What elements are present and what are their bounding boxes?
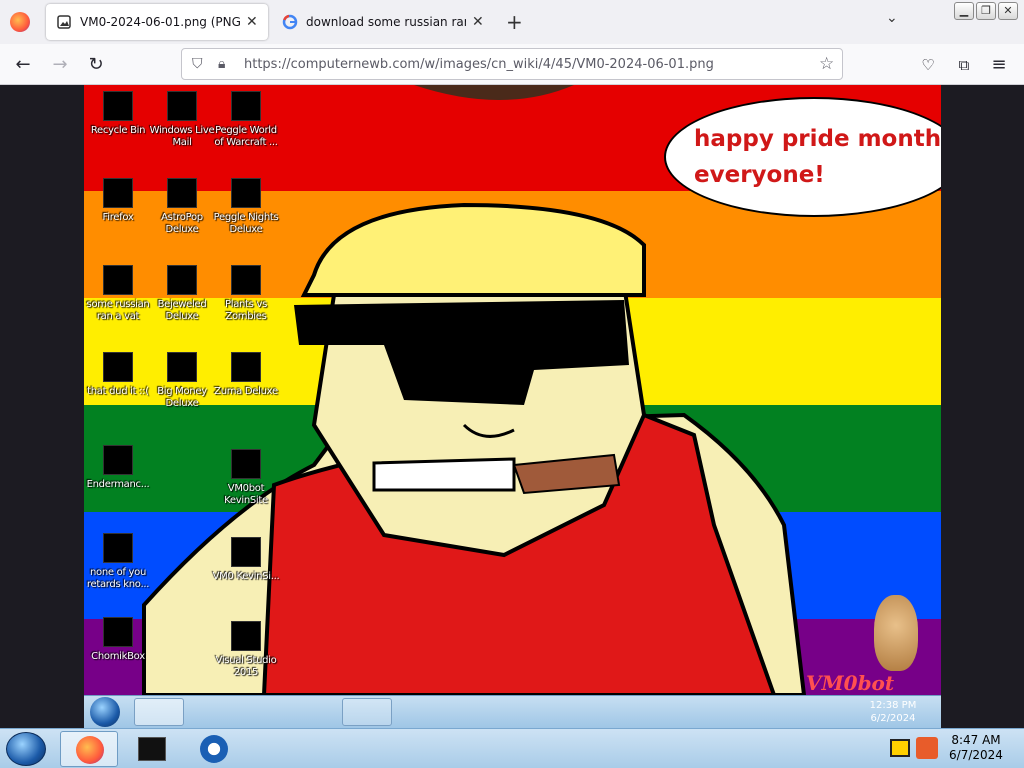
file-icon [103, 533, 133, 563]
forward-button[interactable]: → [47, 52, 73, 78]
screen: VM0-2024-06-01.png (PNG Ima ✕ download s… [0, 0, 1024, 768]
firefox-view-icon[interactable] [10, 12, 30, 32]
desktop-icon-firefox[interactable]: Firefox [84, 178, 152, 224]
desktop-icon-vm0bot-kevinsite[interactable]: VM0bot KevinSite [212, 449, 280, 507]
taskbar-firefox[interactable] [60, 731, 118, 767]
extensions-icon[interactable]: ⧉ [951, 52, 977, 78]
start-button[interactable] [6, 732, 46, 766]
desktop-icon-none-of-you[interactable]: none of you retards kno... [84, 533, 152, 591]
clock[interactable]: 8:47 AM 6/7/2024 [944, 733, 1008, 763]
terminal-icon [138, 737, 166, 761]
zuma-icon [231, 352, 261, 382]
inner-clock-date: 6/2/2024 [870, 713, 916, 724]
chomikbox-icon [103, 617, 133, 647]
hamster-image [874, 595, 918, 671]
desktop-icon-vm0-kevinsite[interactable]: VM0 KevinSi... [212, 537, 280, 583]
inner-clock-time: 12:38 PM [869, 700, 917, 711]
tab-bar: VM0-2024-06-01.png (PNG Ima ✕ download s… [0, 0, 1024, 44]
list-all-tabs-icon[interactable]: ⌄ [886, 10, 898, 26]
desktop-icon-windows-live-mail[interactable]: Windows Live Mail [148, 91, 216, 149]
desktop-icon-chomikbox[interactable]: ChomikBox [84, 617, 152, 663]
desktop-icon-visual-studio[interactable]: Visual Studio 2015 [212, 621, 280, 679]
clock-time: 8:47 AM [951, 733, 1001, 747]
bookmark-star-icon[interactable]: ☆ [819, 54, 834, 74]
media-player-icon [200, 735, 228, 763]
url-text: https://computernewb.com/w/images/cn_wik… [244, 57, 714, 72]
desktop-icon-bejeweled[interactable]: Bejeweled Deluxe [148, 265, 216, 323]
file-icon [103, 265, 133, 295]
minimize-button[interactable]: ▁ [954, 2, 974, 20]
desktop-icon-that-dud-it[interactable]: that dud it ::( [84, 352, 152, 398]
tab-title: download some russian ran a r [306, 15, 466, 29]
tray-monitor-icon[interactable] [890, 739, 910, 757]
desktop-icon-astropop[interactable]: AstroPop Deluxe [148, 178, 216, 236]
desktop-icon-endermanch[interactable]: Endermanc... [84, 445, 152, 491]
watermark-text: VM0bot [806, 671, 895, 695]
shield-icon[interactable]: ⛉ [192, 56, 203, 72]
inner-taskbar-app [290, 698, 340, 726]
tab-image[interactable]: VM0-2024-06-01.png (PNG Ima ✕ [46, 4, 268, 40]
pocket-icon[interactable]: ♡ [915, 52, 941, 78]
desktop-icon-zuma[interactable]: Zuma Deluxe [212, 352, 280, 398]
window-controls: ▁ ❐ ✕ [954, 2, 1018, 20]
taskbar: 8:47 AM 6/7/2024 [0, 728, 1024, 768]
peggle-icon [231, 91, 261, 121]
desktop-icon-russian-ran[interactable]: some russian ran a vat [84, 265, 152, 323]
new-tab-button[interactable]: + [506, 10, 523, 34]
tab-title: VM0-2024-06-01.png (PNG Ima [80, 15, 240, 29]
recycle-bin-icon [103, 91, 133, 121]
tray-network-icon[interactable] [916, 737, 938, 759]
astropop-icon [167, 178, 197, 208]
taskbar-cmd[interactable] [122, 731, 180, 767]
google-icon [282, 14, 298, 30]
firefox-icon [76, 736, 104, 764]
close-tab-icon[interactable]: ✕ [472, 14, 484, 30]
inner-taskbar-app [190, 698, 240, 726]
image-file-icon [57, 15, 71, 29]
desktop-icon-big-money[interactable]: Big Money Deluxe [148, 352, 216, 410]
folder-icon [103, 352, 133, 382]
tab-google[interactable]: download some russian ran a r ✕ [272, 4, 494, 40]
mail-icon [167, 91, 197, 121]
inner-clock: 12:38 PM 6/2/2024 [863, 699, 923, 725]
visual-studio-icon [231, 621, 261, 651]
screenshot-image[interactable]: happy pride month everyone! Recycle Bin … [84, 85, 941, 728]
peggle-icon [231, 178, 261, 208]
clock-date: 6/7/2024 [949, 748, 1003, 762]
bejeweled-icon [167, 265, 197, 295]
menu-icon[interactable]: ≡ [986, 52, 1012, 78]
back-button[interactable]: ← [10, 52, 36, 78]
desktop-icon-recycle-bin[interactable]: Recycle Bin [84, 91, 152, 137]
close-window-button[interactable]: ✕ [998, 2, 1018, 20]
close-tab-icon[interactable]: ✕ [246, 14, 258, 30]
inner-start-button [90, 697, 120, 727]
inner-taskbar-app [134, 698, 184, 726]
taskbar-media-player[interactable] [184, 731, 242, 767]
inner-taskbar-app [342, 698, 392, 726]
shortcut-icon [231, 449, 261, 479]
plants-vs-zombies-icon [231, 265, 261, 295]
inner-taskbar-app [242, 698, 292, 726]
desktop-icon-peggle-wow[interactable]: Peggle World of Warcraft ... [212, 91, 280, 149]
navigation-bar: ← → ↻ ⛉ 🔒︎ https://computernewb.com/w/im… [0, 44, 1024, 85]
maximize-button[interactable]: ❐ [976, 2, 996, 20]
reload-button[interactable]: ↻ [83, 52, 109, 78]
firefox-icon [103, 178, 133, 208]
lock-icon[interactable]: 🔒︎ [218, 56, 225, 72]
desktop-icon-plants-vs-zombies[interactable]: Plants vs Zombies [212, 265, 280, 323]
terminal-icon [103, 445, 133, 475]
speech-text: happy pride month everyone! [694, 126, 941, 188]
address-bar[interactable]: ⛉ 🔒︎ https://computernewb.com/w/images/c… [181, 48, 843, 80]
shortcut-icon [231, 537, 261, 567]
image-viewer: happy pride month everyone! Recycle Bin … [0, 85, 1024, 728]
big-money-icon [167, 352, 197, 382]
desktop-icon-peggle-nights[interactable]: Peggle Nights Deluxe [212, 178, 280, 236]
